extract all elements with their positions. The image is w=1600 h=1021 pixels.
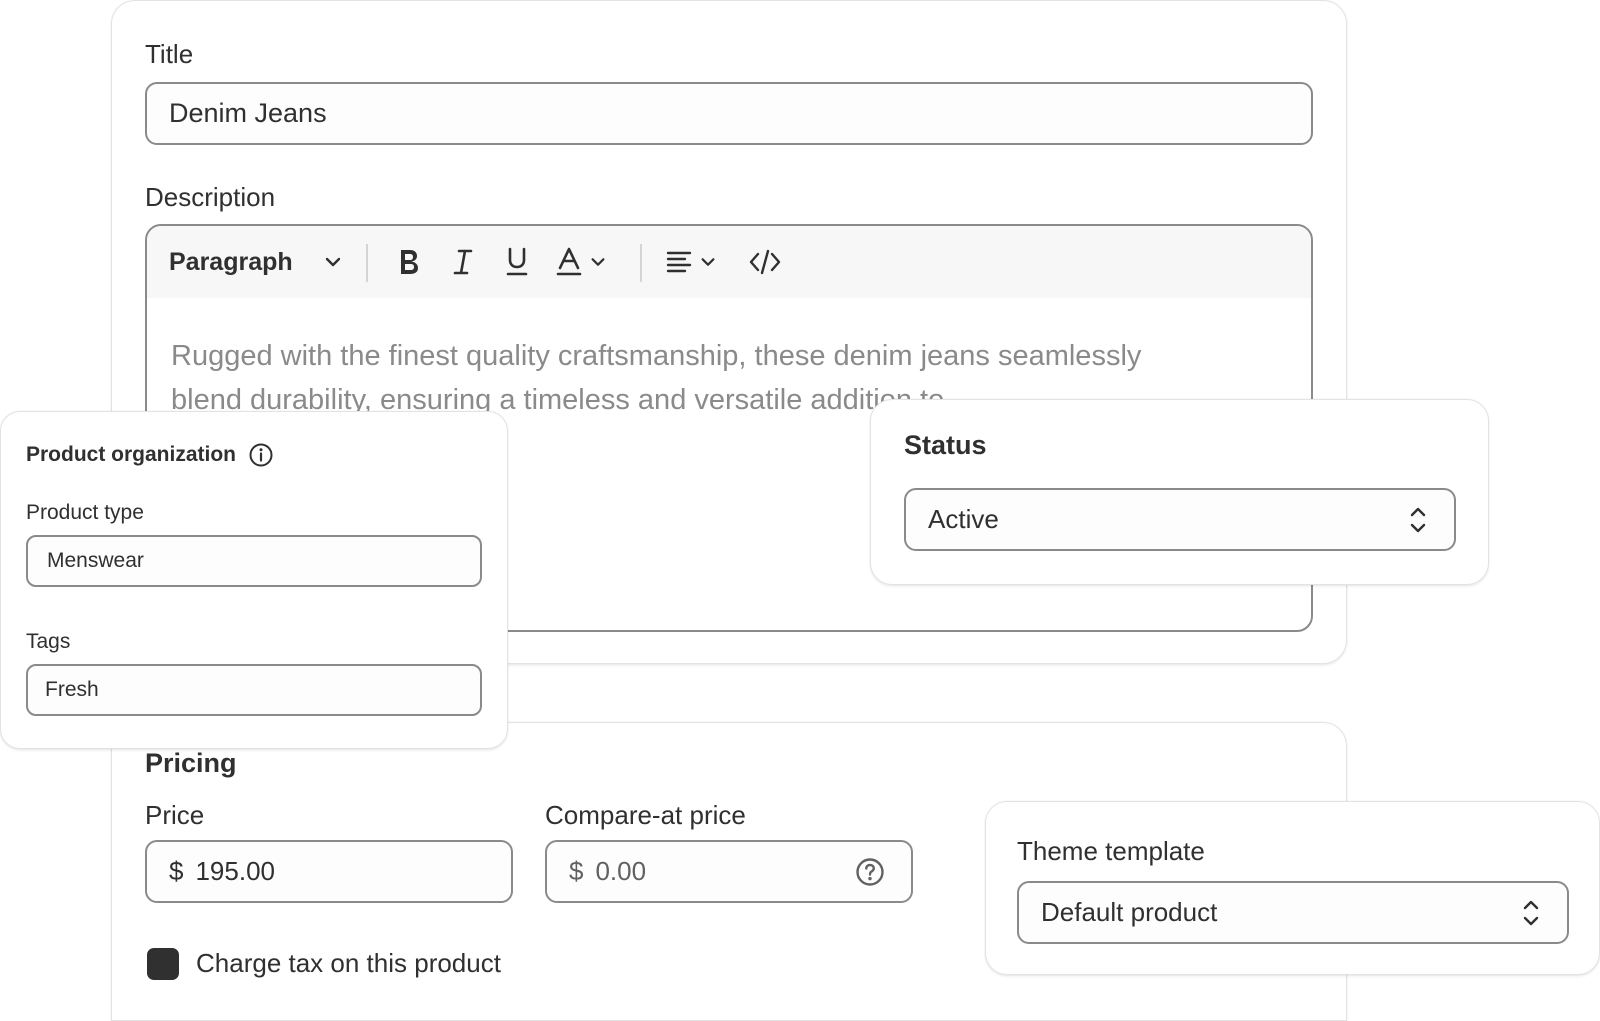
- charge-tax-checkbox[interactable]: [147, 948, 179, 980]
- paragraph-format-select[interactable]: Paragraph: [169, 240, 343, 284]
- toolbar-divider: [640, 244, 642, 282]
- text-color-button[interactable]: [551, 240, 611, 284]
- product-type-value: Menswear: [47, 549, 144, 572]
- theme-template-value: Default product: [1041, 897, 1218, 927]
- compare-at-price-value: 0.00: [595, 856, 647, 886]
- underline-icon: [506, 247, 528, 276]
- bold-icon: [401, 250, 418, 274]
- help-circle-icon[interactable]: [855, 857, 885, 887]
- select-chevrons-icon: [1523, 900, 1539, 925]
- pricing-heading: Pricing: [145, 748, 237, 778]
- price-input[interactable]: $ 195.00: [145, 840, 513, 903]
- product-organization-heading: Product organization: [26, 443, 236, 466]
- select-chevrons-icon: [1410, 507, 1426, 532]
- chevron-down-icon: [325, 257, 340, 267]
- status-card: Status Active: [870, 399, 1489, 585]
- text-color-icon: [556, 247, 582, 276]
- paragraph-format-label: Paragraph: [169, 247, 293, 276]
- status-heading: Status: [904, 430, 987, 460]
- product-type-label: Product type: [26, 501, 144, 524]
- status-select[interactable]: Active: [904, 488, 1456, 551]
- bold-button[interactable]: [389, 240, 429, 284]
- compare-at-price-input[interactable]: $ 0.00: [545, 840, 913, 903]
- underline-button[interactable]: [497, 240, 537, 284]
- chevron-down-icon: [591, 258, 605, 266]
- compare-currency-symbol: $: [569, 856, 584, 886]
- title-input-value: Denim Jeans: [169, 98, 327, 128]
- tags-value: Fresh: [45, 678, 99, 701]
- italic-button[interactable]: [443, 240, 483, 284]
- compare-at-price-label: Compare-at price: [545, 800, 746, 830]
- toolbar-divider: [366, 244, 368, 282]
- code-icon: [749, 249, 781, 275]
- charge-tax-label: Charge tax on this product: [196, 948, 501, 978]
- price-input-value: 195.00: [195, 856, 275, 886]
- description-label: Description: [145, 182, 276, 212]
- theme-template-label: Theme template: [1017, 836, 1205, 866]
- theme-template-select[interactable]: Default product: [1017, 881, 1569, 944]
- price-currency-symbol: $: [169, 856, 184, 886]
- product-organization-card: Product organization Product type Menswe…: [0, 411, 508, 749]
- chevron-down-icon: [701, 258, 715, 266]
- tags-label: Tags: [26, 630, 71, 653]
- italic-icon: [453, 249, 473, 275]
- title-input[interactable]: Denim Jeans: [145, 82, 1313, 145]
- tags-input[interactable]: Fresh: [26, 664, 482, 716]
- align-button[interactable]: [661, 240, 721, 284]
- title-label: Title: [145, 39, 194, 69]
- info-icon[interactable]: [248, 442, 274, 468]
- code-button[interactable]: [743, 240, 787, 284]
- align-icon: [666, 251, 692, 273]
- status-select-value: Active: [928, 504, 999, 534]
- product-organization-heading-row: Product organization: [26, 442, 274, 468]
- editor-toolbar: Paragraph: [147, 226, 1311, 298]
- product-type-input[interactable]: Menswear: [26, 535, 482, 587]
- price-label: Price: [145, 800, 205, 830]
- theme-template-card: Theme template Default product: [985, 801, 1600, 975]
